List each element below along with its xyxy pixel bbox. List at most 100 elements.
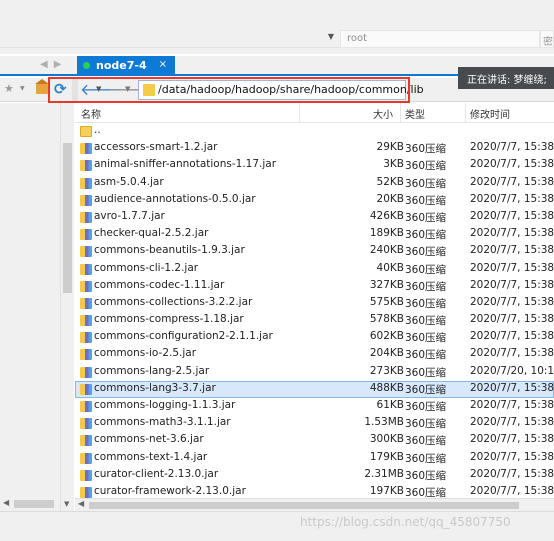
- file-modified: 2020/7/7, 15:38: [470, 209, 554, 222]
- table-row[interactable]: commons-lang-2.5.jar 273KB 360压缩 2020/7/20,…: [75, 364, 554, 381]
- jar-icon: [80, 211, 92, 223]
- jar-icon: [80, 452, 92, 464]
- file-name: avro-1.7.7.jar: [94, 209, 165, 222]
- column-header-type[interactable]: 类型: [405, 106, 425, 121]
- file-size: 20KB: [376, 192, 404, 205]
- file-name: commons-lang3-3.7.jar: [94, 381, 216, 394]
- table-row[interactable]: animal-sniffer-annotations-1.17.jar 3KB 36…: [75, 157, 554, 174]
- table-row[interactable]: checker-qual-2.5.2.jar 189KB 360压缩 2020/7/7…: [75, 226, 554, 243]
- table-row[interactable]: accessors-smart-1.2.jar 29KB 360压缩 2020/7/7…: [75, 140, 554, 157]
- file-size: 204KB: [369, 347, 404, 360]
- chevron-down-icon[interactable]: ▼: [20, 85, 25, 92]
- file-size: 2.31MB: [364, 467, 404, 480]
- file-modified: 2020/7/7, 15:38: [470, 330, 554, 343]
- table-row[interactable]: commons-beanutils-1.9.3.jar 240KB 360压缩 202…: [75, 243, 554, 260]
- file-modified: 2020/7/7, 15:38: [470, 261, 554, 274]
- scrollbar-thumb[interactable]: [89, 502, 519, 509]
- file-size: 189KB: [369, 227, 404, 240]
- table-row[interactable]: avro-1.7.7.jar 426KB 360压缩 2020/7/7, 15:38: [75, 209, 554, 226]
- table-row[interactable]: commons-compress-1.18.jar 578KB 360压缩 2020/…: [75, 312, 554, 329]
- table-row[interactable]: commons-logging-1.1.3.jar 61KB 360压缩 2020/7…: [75, 398, 554, 415]
- file-name: checker-qual-2.5.2.jar: [94, 227, 209, 240]
- left-tree-panel: [0, 103, 60, 511]
- table-row[interactable]: commons-lang3-3.7.jar 488KB 360压缩 2020/7/7,…: [75, 380, 554, 398]
- table-row[interactable]: audience-annotations-0.5.0.jar 20KB 360压缩 2…: [75, 192, 554, 209]
- user-field[interactable]: root: [340, 30, 540, 48]
- column-divider[interactable]: [299, 103, 300, 123]
- file-size: 197KB: [369, 484, 404, 497]
- tab-node7-4[interactable]: node7-4 ×: [77, 56, 175, 76]
- file-name: commons-logging-1.1.3.jar: [94, 399, 236, 411]
- file-size: 300KB: [369, 433, 404, 446]
- file-size: 40KB: [376, 261, 404, 274]
- scrollbar-thumb[interactable]: [14, 500, 54, 508]
- file-type: 360压缩: [405, 315, 447, 328]
- password-field[interactable]: 密: [540, 30, 554, 48]
- file-name: curator-framework-2.13.0.jar: [94, 484, 246, 497]
- left-vertical-scrollbar[interactable]: ▼: [60, 103, 74, 511]
- table-row[interactable]: curator-client-2.13.0.jar 2.31MB 360压缩 2020…: [75, 467, 554, 484]
- scroll-down-icon[interactable]: ▼: [64, 500, 69, 508]
- file-modified: 2020/7/7, 15:38: [470, 313, 554, 326]
- remote-file-list: 名称 大小 类型 修改时间 .. accessors-smart-1.2.jar 2…: [75, 103, 554, 498]
- column-header-modified[interactable]: 修改时间: [470, 106, 510, 121]
- table-row[interactable]: commons-codec-1.11.jar 327KB 360压缩 2020/7/7…: [75, 278, 554, 295]
- file-size: 52KB: [376, 175, 404, 188]
- file-modified: 2020/7/20, 10:11: [470, 364, 554, 377]
- favorites-star-icon[interactable]: ★: [4, 82, 14, 95]
- jar-icon: [80, 160, 92, 172]
- file-type: 360压缩: [405, 401, 447, 413]
- table-row[interactable]: commons-text-1.4.jar 179KB 360压缩 2020/7/7, …: [75, 450, 554, 467]
- tooltip-text: 正在讲话: 梦缠绕;: [467, 75, 547, 86]
- column-header-size[interactable]: 大小: [373, 106, 393, 121]
- file-list-header: 名称 大小 类型 修改时间: [75, 103, 554, 123]
- file-modified: 2020/7/7, 15:38: [470, 244, 554, 257]
- column-divider[interactable]: [400, 103, 401, 123]
- file-list-horizontal-scrollbar[interactable]: ◀: [75, 498, 554, 511]
- table-row[interactable]: ..: [75, 123, 554, 140]
- file-size: 1.53MB: [364, 416, 404, 429]
- table-row[interactable]: asm-5.0.4.jar 52KB 360压缩 2020/7/7, 15:38: [75, 175, 554, 192]
- table-row[interactable]: commons-configuration2-2.1.1.jar 602KB 360…: [75, 329, 554, 346]
- close-icon[interactable]: ×: [159, 59, 167, 70]
- home-icon[interactable]: [35, 79, 49, 94]
- table-row[interactable]: commons-io-2.5.jar 204KB 360压缩 2020/7/7, 15…: [75, 346, 554, 363]
- annotation-highlight-frame: [48, 77, 410, 103]
- jar-icon: [80, 177, 92, 189]
- file-type: 360压缩: [405, 177, 447, 190]
- scrollbar-thumb[interactable]: [63, 143, 72, 293]
- scroll-left-icon[interactable]: ◀: [78, 499, 84, 508]
- tab-scroll-arrows-icon[interactable]: ◀▶: [40, 59, 67, 70]
- file-modified: 2020/7/7, 15:38: [470, 433, 554, 446]
- table-row[interactable]: commons-cli-1.2.jar 40KB 360压缩 2020/7/7, 15…: [75, 261, 554, 278]
- file-modified: 2020/7/7, 15:38: [470, 227, 554, 240]
- file-name: commons-math3-3.1.1.jar: [94, 416, 231, 429]
- left-horizontal-scrollbar[interactable]: ◀: [0, 497, 60, 511]
- file-type: 360压缩: [405, 366, 447, 379]
- file-type: 360压缩: [405, 143, 447, 156]
- chevron-down-icon[interactable]: ▼: [328, 32, 334, 41]
- file-size: 488KB: [369, 381, 404, 394]
- column-header-name[interactable]: 名称: [81, 106, 101, 121]
- jar-icon: [80, 280, 92, 292]
- table-row[interactable]: commons-net-3.6.jar 300KB 360压缩 2020/7/7, 1…: [75, 432, 554, 449]
- top-strip: ▼ root 密: [0, 0, 554, 54]
- jar-icon: [80, 229, 92, 241]
- file-type: 360压缩: [405, 229, 447, 242]
- file-size: 602KB: [369, 330, 404, 343]
- file-type: 360压缩: [405, 297, 447, 310]
- host-combo[interactable]: ▼: [0, 30, 340, 48]
- table-row[interactable]: commons-collections-3.2.2.jar 575KB 360压缩 2…: [75, 295, 554, 312]
- file-name: asm-5.0.4.jar: [94, 175, 164, 188]
- jar-icon: [80, 263, 92, 275]
- column-divider[interactable]: [465, 103, 466, 123]
- file-name: commons-io-2.5.jar: [94, 347, 197, 360]
- file-name: commons-beanutils-1.9.3.jar: [94, 244, 245, 257]
- file-size: 426KB: [369, 209, 404, 222]
- file-type: 360压缩: [405, 418, 447, 431]
- scroll-left-icon[interactable]: ◀: [3, 498, 9, 507]
- file-size: 61KB: [376, 399, 404, 411]
- table-row[interactable]: commons-math3-3.1.1.jar 1.53MB 360压缩 2020/7…: [75, 415, 554, 432]
- table-row[interactable]: curator-framework-2.13.0.jar 197KB 360压缩 20…: [75, 484, 554, 498]
- speaking-tooltip: 正在讲话: 梦缠绕;: [458, 67, 554, 89]
